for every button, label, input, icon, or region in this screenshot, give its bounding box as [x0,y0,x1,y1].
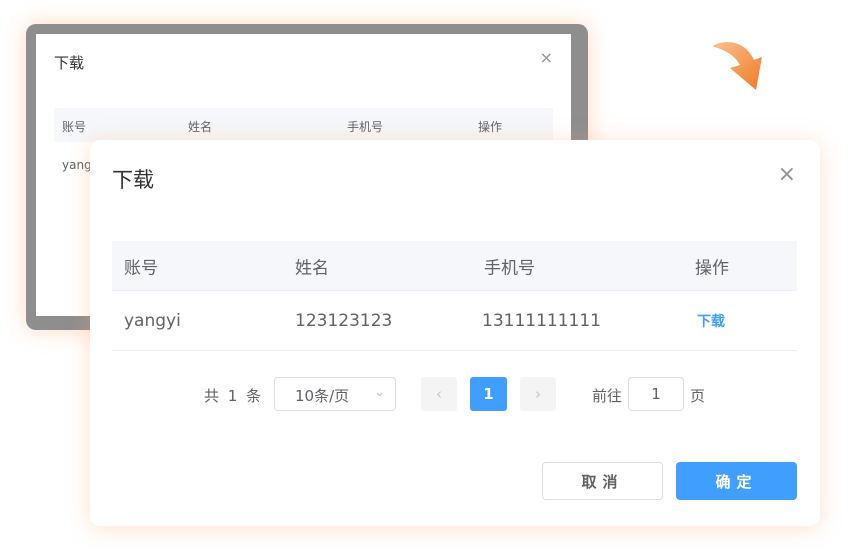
col-header-name: 姓名 [295,258,329,278]
dialog-title: 下载 [112,168,154,192]
col-header-account: 账号 [124,258,158,278]
goto-label: 前往 [592,387,623,405]
col-header-phone: 手机号 [484,258,535,278]
goto-page-input[interactable]: 1 [628,377,684,411]
download-dialog: 下载 × 账号 姓名 手机号 操作 yangyi 123123123 13111… [90,140,820,526]
page-size-select[interactable]: 10条/页 ⌄ [274,377,396,411]
user-table: 账号 姓名 手机号 操作 yangyi 123123123 1311111111… [112,241,797,351]
download-link[interactable]: 下载 [697,311,725,331]
background-col-name: 姓名 [188,120,213,134]
background-dialog-title: 下载 [54,54,85,72]
chevron-down-icon: ⌄ [374,385,385,400]
cell-account: yangyi [124,310,181,331]
page-size-value: 10条/页 [295,387,350,405]
cancel-button[interactable]: 取消 [542,462,663,500]
cell-name: 123123123 [295,310,393,331]
next-page-button[interactable]: › [520,377,556,411]
total-count: 共 1 条 [204,387,264,405]
confirm-button[interactable]: 确定 [676,462,797,500]
background-close-icon: × [539,48,553,67]
background-partial-cell: yang [62,158,92,172]
close-icon[interactable]: × [778,164,796,186]
col-header-action: 操作 [695,258,729,278]
page-number-current[interactable]: 1 [470,377,507,411]
background-table-header: 账号 姓名 手机号 操作 [54,108,553,142]
table-row: yangyi 123123123 13111111111 下载 [112,291,797,351]
background-col-account: 账号 [62,120,87,134]
background-col-action: 操作 [478,120,503,134]
cell-phone: 13111111111 [482,310,601,331]
table-header: 账号 姓名 手机号 操作 [112,241,797,291]
background-col-phone: 手机号 [347,120,384,134]
curved-arrow-down-icon [712,42,762,90]
page-suffix-label: 页 [690,387,706,405]
pagination: 共 1 条 10条/页 ⌄ ‹ 1 › 前往 1 页 [90,377,820,411]
prev-page-button[interactable]: ‹ [421,377,457,411]
